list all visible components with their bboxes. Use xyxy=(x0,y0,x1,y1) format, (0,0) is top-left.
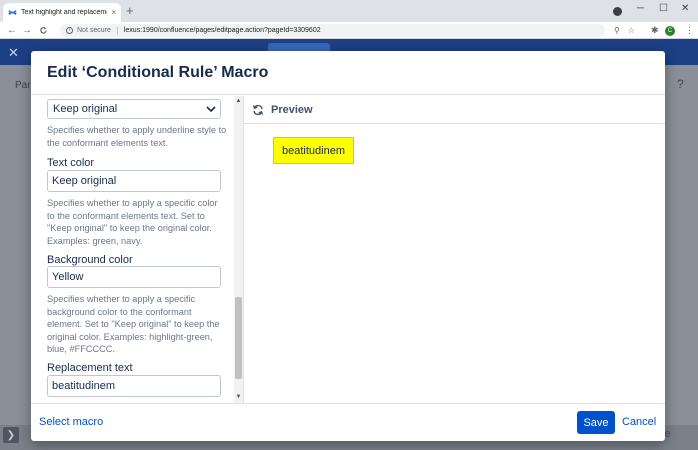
parameters-scrollbar[interactable]: ▲ ▼ xyxy=(234,96,243,403)
background-color-label: Background color xyxy=(47,254,133,266)
confluence-favicon-icon xyxy=(8,8,17,17)
replacement-text-label: Replacement text xyxy=(47,362,133,374)
cancel-link[interactable]: Cancel xyxy=(622,416,656,428)
info-icon[interactable]: i xyxy=(66,27,73,34)
macro-dialog: Edit ‘Conditional Rule’ Macro Keep origi… xyxy=(31,51,665,441)
confluence-logo-icon: ✕ xyxy=(8,45,19,60)
background-color-input[interactable] xyxy=(47,266,221,288)
refresh-icon[interactable] xyxy=(252,104,264,116)
scroll-down-icon[interactable]: ▼ xyxy=(234,393,243,401)
tab-title: Text highlight and replacement xyxy=(21,9,108,16)
dialog-footer: Select macro Save Cancel xyxy=(31,403,665,441)
scroll-up-icon[interactable]: ▲ xyxy=(234,97,243,105)
bookmark-star-icon[interactable]: ☆ xyxy=(628,22,635,39)
media-record-icon[interactable] xyxy=(613,7,622,16)
background-color-description: Specifies whether to apply a specific ba… xyxy=(47,294,220,355)
dialog-title: Edit ‘Conditional Rule’ Macro xyxy=(47,64,269,81)
forward-button[interactable]: → xyxy=(22,22,32,39)
dialog-header: Edit ‘Conditional Rule’ Macro xyxy=(31,51,665,95)
window-close-button[interactable]: ✕ xyxy=(681,2,689,16)
address-bar-icons: ⚲ ☆ xyxy=(614,22,635,39)
preview-header: Preview xyxy=(244,96,665,124)
scrollbar-thumb[interactable] xyxy=(235,297,242,379)
preview-label: Preview xyxy=(271,103,313,116)
profile-avatar[interactable]: C xyxy=(665,26,675,36)
text-color-label: Text color xyxy=(47,157,95,169)
save-button[interactable]: Save xyxy=(577,411,615,434)
preview-panel: Preview beatitudinem xyxy=(244,96,665,403)
minimize-button[interactable]: ─ xyxy=(637,2,644,16)
browser-menu-icon[interactable]: ⋮ xyxy=(685,22,694,39)
background-page-title: Par xyxy=(15,80,31,91)
tab-close-icon[interactable]: × xyxy=(111,8,116,17)
search-icon[interactable]: ⚲ xyxy=(614,22,620,39)
help-icon: ? xyxy=(677,77,684,91)
underline-select[interactable]: Keep original xyxy=(47,99,221,119)
macro-parameters-panel: Keep original Specifies whether to apply… xyxy=(31,96,244,403)
not-secure-label: Not secure xyxy=(77,27,111,34)
replacement-text-input[interactable] xyxy=(47,375,221,397)
text-color-description: Specifies whether to apply a specific co… xyxy=(47,198,218,246)
underline-select-value: Keep original xyxy=(53,103,118,115)
address-separator xyxy=(116,26,118,35)
select-macro-link[interactable]: Select macro xyxy=(39,416,103,428)
browser-tab-bar: Text highlight and replacement × + ─ ☐ ✕ xyxy=(0,0,698,22)
new-tab-button[interactable]: + xyxy=(126,3,134,19)
text-color-input[interactable] xyxy=(47,170,221,192)
underline-description: Specifies whether to apply underline sty… xyxy=(47,125,227,148)
address-bar[interactable]: i Not secure lexus:1990/confluence/pages… xyxy=(60,24,605,37)
maximize-button[interactable]: ☐ xyxy=(659,2,668,16)
url-text[interactable]: lexus:1990/confluence/pages/editpage.act… xyxy=(124,27,321,34)
chevron-down-icon xyxy=(205,103,217,115)
browser-toolbar: ← → i Not secure lexus:1990/confluence/p… xyxy=(0,22,698,39)
back-button[interactable]: ← xyxy=(7,22,17,39)
browser-tab[interactable]: Text highlight and replacement × xyxy=(3,3,121,22)
expand-chevron-icon: ❯ xyxy=(3,427,19,443)
preview-highlighted-text: beatitudinem xyxy=(273,137,354,164)
extensions-icon[interactable]: ✱ xyxy=(651,22,659,39)
